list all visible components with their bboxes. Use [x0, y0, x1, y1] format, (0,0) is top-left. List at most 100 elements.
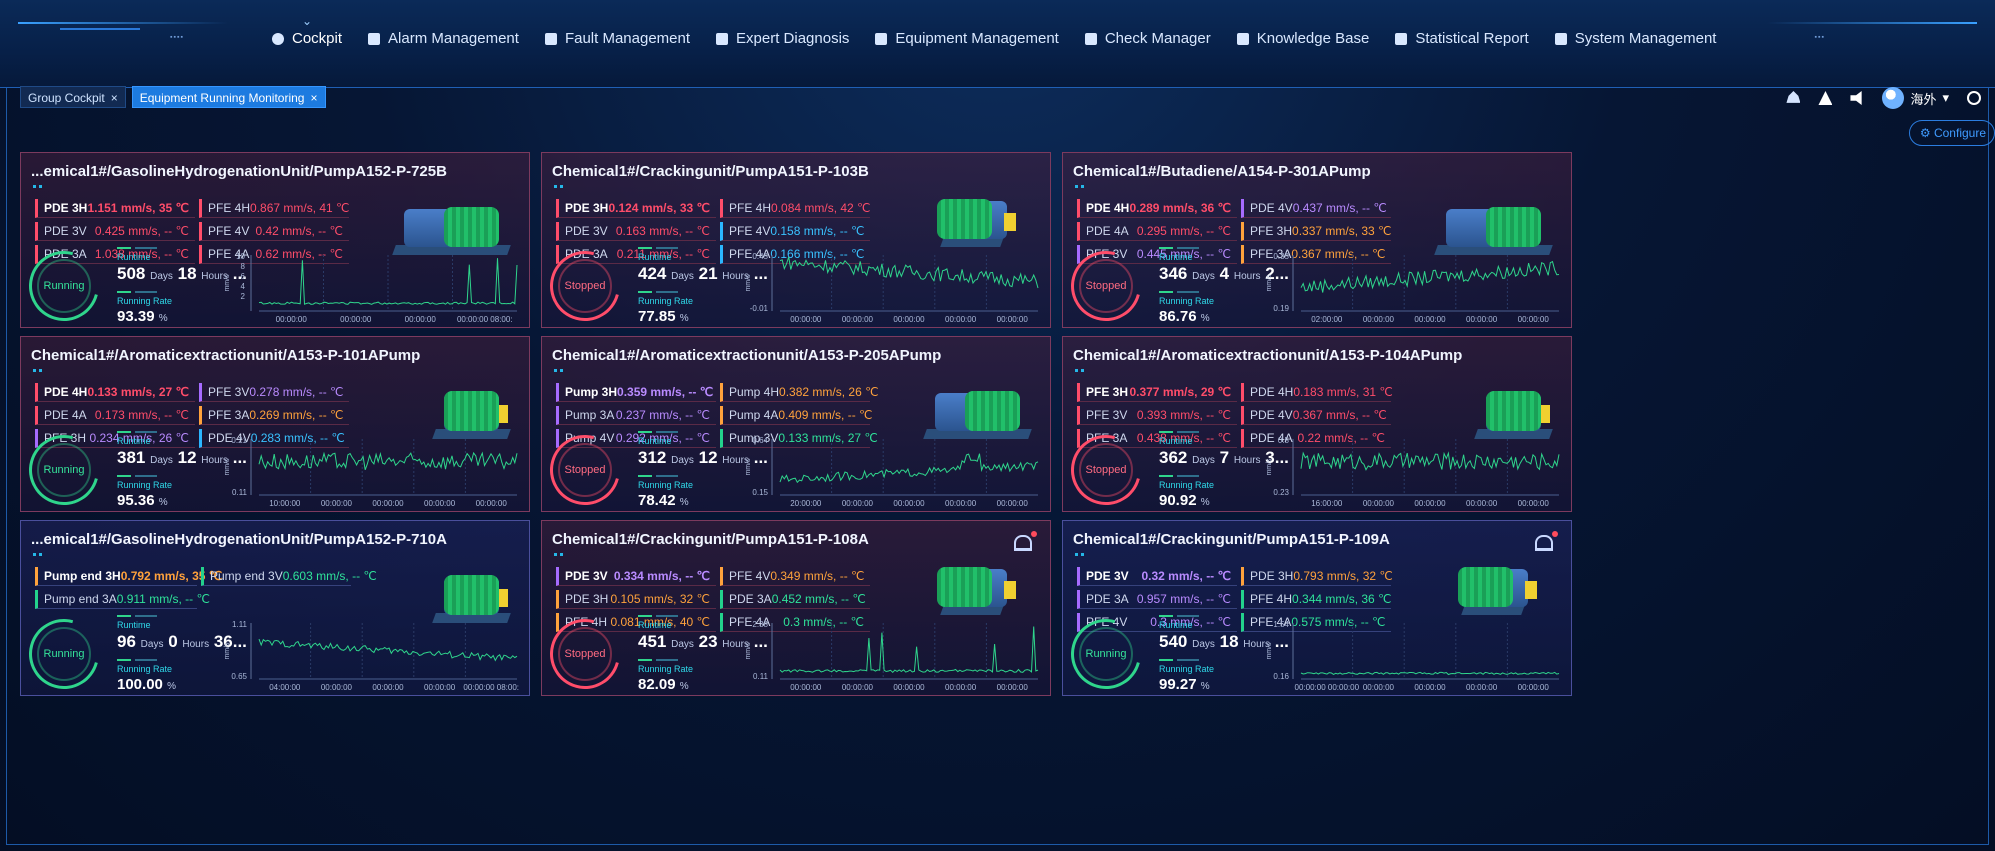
- tab-equipment-running-monitoring[interactable]: Equipment Running Monitoring ×: [131, 86, 326, 108]
- close-icon[interactable]: ×: [310, 91, 317, 105]
- card-title: Chemical1#/Butadiene/A154-P-301APump: [1073, 163, 1371, 180]
- x-tick-label: 00:00:00: [1518, 683, 1550, 692]
- nav-item-expert-diagnosis[interactable]: Expert Diagnosis: [716, 30, 849, 47]
- equipment-card[interactable]: Chemical1#/Aromaticextractionunit/A153-P…: [1062, 336, 1572, 512]
- trend-chart-svg: mm/s 2.38 0.11 00:00:00 00:00:00 00:00:00 00:0…: [745, 620, 1039, 692]
- nav-item-equipment-management[interactable]: Equipment Management: [875, 30, 1059, 47]
- x-tick-label: 00:00:00: [1414, 683, 1446, 692]
- parameter-value: 0.237 mm/s, -- ℃: [615, 408, 710, 422]
- parameter-name: PDE 4V: [1250, 201, 1293, 215]
- tab-group-cockpit[interactable]: Group Cockpit ×: [20, 86, 126, 108]
- trend-line: [779, 453, 1039, 484]
- parameter-row: PDE 4A 0.173 mm/s, -- ℃: [35, 406, 195, 425]
- globe-icon[interactable]: [1967, 91, 1981, 105]
- nav-decoration-left: [18, 22, 228, 24]
- nav-decoration-right: [1767, 22, 1977, 24]
- alarm-bell-icon[interactable]: [1535, 531, 1558, 551]
- parameter-value: 0.084 mm/s, 42 ℃: [771, 201, 871, 215]
- trend-chart-svg: mm/s1.540.1600:00:00 00:00:00 00:00:00 00:…: [1266, 620, 1560, 692]
- y-tick-label: 6: [241, 272, 246, 281]
- title-decoration: [1075, 553, 1095, 556]
- parameter-value: 0.133 mm/s, 27 ℃: [87, 385, 189, 399]
- equipment-card[interactable]: Chemical1#/Crackingunit/PumpA151-P-108A P…: [541, 520, 1051, 696]
- runtime-value: 381 Days 12 Hours ...: [117, 448, 247, 467]
- running-rate-value: 100.00 %: [117, 676, 176, 693]
- title-decoration: [33, 369, 53, 372]
- nav-item-fault-management[interactable]: Fault Management: [544, 30, 690, 47]
- runtime-value: 96 Days 0 Hours 36...: [117, 632, 247, 651]
- parameter-name: PDE 4A: [1086, 224, 1129, 238]
- parameter-row: PDE 3V 0.425 mm/s, -- ℃: [35, 222, 195, 241]
- parameter-name: PFE 4V: [208, 224, 250, 238]
- status-ring: Running: [1063, 606, 1154, 695]
- runtime-block: Runtime 362 Days 7 Hours 3...: [1159, 431, 1289, 468]
- y-max-label: 1.54: [1273, 620, 1289, 629]
- parameter-name: PDE 3V: [565, 569, 608, 583]
- y-tick-label: 2: [241, 292, 246, 301]
- trend-line: [258, 258, 518, 305]
- card-title: Chemical1#/Crackingunit/PumpA151-P-109A: [1073, 531, 1390, 548]
- parameter-value: 0.957 mm/s, -- ℃: [1136, 592, 1231, 606]
- parameter-value: 0.793 mm/s, 32 ℃: [1293, 569, 1393, 583]
- parameter-value: 0.183 mm/s, 31 ℃: [1293, 385, 1393, 399]
- parameter-value: 0.349 mm/s, -- ℃: [770, 569, 865, 583]
- running-rate-value: 90.92 %: [1159, 492, 1210, 509]
- nav-label: Equipment Management: [895, 30, 1059, 47]
- running-rate-label: Running Rate: [117, 664, 173, 674]
- parameter-row: PFE 4H 0.084 mm/s, 42 ℃: [720, 199, 871, 218]
- title-decoration: [554, 185, 574, 188]
- nav-item-cockpit[interactable]: ⌄ Cockpit: [272, 14, 342, 47]
- equipment-card[interactable]: Chemical1#/Crackingunit/PumpA151-P-109A P…: [1062, 520, 1572, 696]
- equipment-card[interactable]: Chemical1#/Aromaticextractionunit/A153-P…: [541, 336, 1051, 512]
- parameter-value: 0.289 mm/s, 36 ℃: [1129, 201, 1231, 215]
- runtime-block: Runtime 540 Days 18 Hours ...: [1159, 615, 1289, 652]
- nav-item-knowledge-base[interactable]: Knowledge Base: [1236, 30, 1369, 47]
- speaker-icon[interactable]: [1850, 91, 1862, 105]
- parameter-row: Pump end 3H 0.792 mm/s, 35 ℃: [35, 567, 222, 586]
- alarm-bell-icon[interactable]: [1786, 91, 1801, 103]
- running-rate-label: Running Rate: [1159, 480, 1215, 490]
- alarm-bell-icon[interactable]: [1014, 531, 1037, 551]
- parameter-value: 0.867 mm/s, 41 ℃: [250, 201, 350, 215]
- pump-illustration: [937, 567, 1016, 621]
- equipment-card[interactable]: ...emical1#/GasolineHydrogenationUnit/Pu…: [20, 520, 530, 696]
- user-menu[interactable]: 海外 ▾: [1882, 87, 1949, 109]
- equipment-card[interactable]: ...emical1#/GasolineHydrogenationUnit/Pu…: [20, 152, 530, 328]
- configure-label: Configure: [1933, 126, 1986, 140]
- parameter-value: 0.173 mm/s, -- ℃: [94, 408, 189, 422]
- active-indicator-icon: ⌄: [302, 14, 313, 28]
- trend-chart-svg: mm/s 0.21 0.11 10:00:00 00:00:00 00:00:00 00:0…: [224, 436, 518, 508]
- nav-item-check-manager[interactable]: Check Manager: [1084, 30, 1211, 47]
- running-rate-value: 95.36 %: [117, 492, 168, 509]
- equipment-card[interactable]: Chemical1#/Butadiene/A154-P-301APump PDE …: [1062, 152, 1572, 328]
- parameter-row: PDE 4V 0.367 mm/s, -- ℃: [1241, 406, 1391, 425]
- x-tick-label: 00:00:00: [790, 315, 822, 324]
- runtime-value: 424 Days 21 Hours ...: [638, 264, 768, 283]
- equipment-card[interactable]: Chemical1#/Aromaticextractionunit/A153-P…: [20, 336, 530, 512]
- parameter-name: PFE 3V: [208, 385, 250, 399]
- chevron-down-icon: ▾: [1942, 90, 1949, 105]
- parameter-name: PFE 3V: [1086, 408, 1128, 422]
- status-ring: Running: [21, 606, 112, 695]
- nav-item-system-management[interactable]: System Management: [1554, 30, 1716, 47]
- equipment-grid: ...emical1#/GasolineHydrogenationUnit/Pu…: [20, 152, 1995, 844]
- x-tick-label: 00:00:00: [842, 315, 874, 324]
- running-rate-value: 86.76 %: [1159, 308, 1210, 325]
- warning-icon[interactable]: [1818, 91, 1833, 105]
- nav-item-statistical-report[interactable]: Statistical Report: [1395, 30, 1529, 47]
- parameter-row: PFE 4V 0.42 mm/s, -- ℃: [199, 222, 349, 241]
- nav-item-alarm-management[interactable]: Alarm Management: [368, 30, 519, 47]
- x-tick-label: 00:00:00: [1414, 315, 1446, 324]
- y-axis-unit: mm/s: [745, 274, 752, 292]
- parameter-row: PDE 3H 0.124 mm/s, 33 ℃: [556, 199, 716, 218]
- parameter-name: PDE 3A: [1086, 592, 1129, 606]
- equipment-card[interactable]: Chemical1#/Crackingunit/PumpA151-P-103B P…: [541, 152, 1051, 328]
- status-label: Running: [1079, 627, 1133, 681]
- gear-icon: [1554, 32, 1567, 45]
- close-icon[interactable]: ×: [111, 91, 118, 105]
- x-tick-label: 00:00:00: [1363, 315, 1395, 324]
- parameter-row: PDE 3V 0.163 mm/s, -- ℃: [556, 222, 716, 241]
- parameter-name: PFE 3H: [1086, 385, 1129, 399]
- configure-button[interactable]: ⚙ Configure: [1908, 120, 1995, 146]
- parameter-row: Pump 4H 0.382 mm/s, 26 ℃: [720, 383, 879, 402]
